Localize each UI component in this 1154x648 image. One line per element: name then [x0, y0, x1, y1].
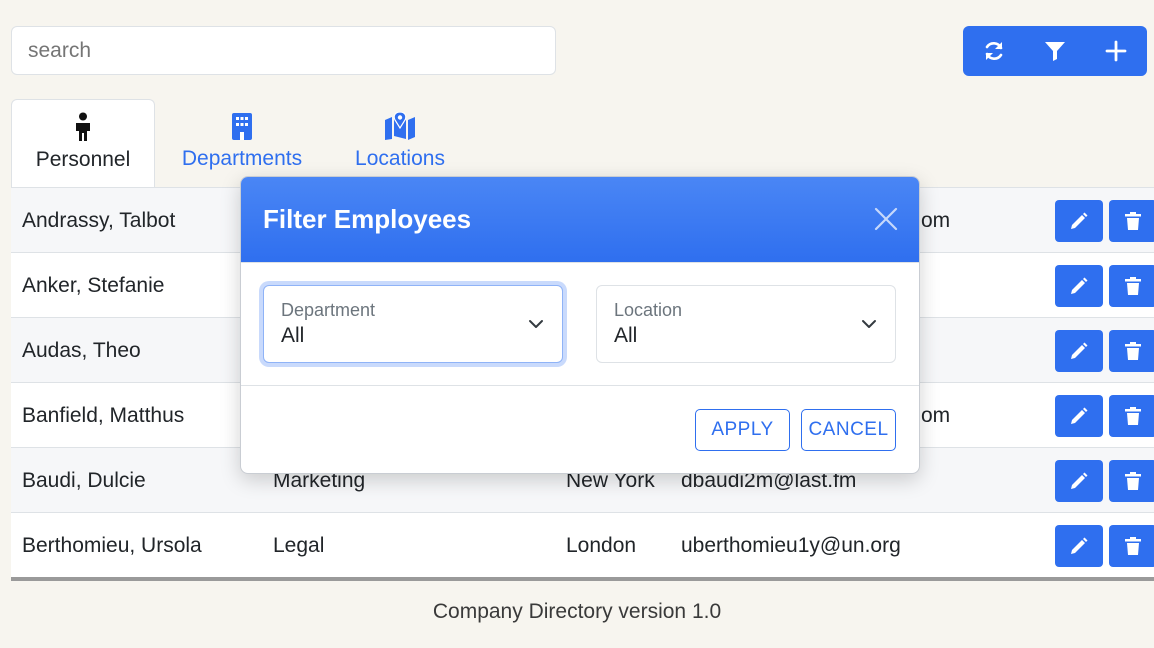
- building-icon: [231, 111, 253, 141]
- modal-footer: APPLY CANCEL: [241, 386, 919, 473]
- department-select-value: All: [281, 324, 305, 347]
- employee-department: Legal: [273, 534, 325, 557]
- filter-modal: Filter Employees Department All Location…: [240, 176, 920, 474]
- employee-name: Andrassy, Talbot: [22, 209, 176, 232]
- tab-departments[interactable]: Departments: [166, 99, 318, 188]
- employee-name: Berthomieu, Ursola: [22, 534, 202, 557]
- add-button[interactable]: [1086, 26, 1147, 76]
- tab-personnel[interactable]: Personnel: [11, 99, 155, 188]
- pencil-icon: [1071, 277, 1088, 294]
- modal-title: Filter Employees: [263, 204, 472, 234]
- trash-icon: [1125, 407, 1141, 425]
- tab-personnel-label: Personnel: [35, 148, 131, 171]
- employee-name: Anker, Stefanie: [22, 274, 165, 297]
- employee-email: om: [921, 209, 951, 232]
- trash-icon: [1125, 277, 1141, 295]
- plus-icon: [1105, 40, 1127, 62]
- footer-version: Company Directory version 1.0: [432, 600, 722, 623]
- delete-button[interactable]: [1109, 525, 1154, 567]
- location-select-label: Location: [614, 300, 683, 320]
- delete-button[interactable]: [1109, 330, 1154, 372]
- department-select[interactable]: Department All: [263, 285, 563, 363]
- modal-body: Department All Location All: [241, 263, 919, 386]
- employee-email: om: [921, 404, 951, 427]
- employee-location: London: [566, 534, 637, 557]
- table-row: Berthomieu, Ursola Legal London uberthom…: [11, 512, 1154, 577]
- delete-button[interactable]: [1109, 395, 1154, 437]
- delete-button[interactable]: [1109, 265, 1154, 307]
- apply-button[interactable]: APPLY: [695, 409, 790, 451]
- toolbar-button-group: [963, 26, 1147, 76]
- refresh-icon: [985, 42, 1002, 60]
- map-location-icon: [384, 111, 416, 141]
- edit-button[interactable]: [1055, 330, 1103, 372]
- location-select[interactable]: Location All: [596, 285, 896, 363]
- cancel-button[interactable]: CANCEL: [801, 409, 896, 451]
- close-button[interactable]: [873, 206, 899, 232]
- employee-name: Audas, Theo: [22, 339, 141, 362]
- trash-icon: [1125, 537, 1141, 555]
- person-icon: [73, 112, 93, 142]
- filter-button[interactable]: [1024, 26, 1085, 76]
- chevron-down-icon: [862, 320, 876, 328]
- edit-button[interactable]: [1055, 460, 1103, 502]
- tab-locations-label: Locations: [355, 147, 445, 170]
- trash-icon: [1125, 342, 1141, 360]
- pencil-icon: [1071, 472, 1088, 489]
- employee-name: Banfield, Matthus: [22, 404, 185, 427]
- delete-button[interactable]: [1109, 200, 1154, 242]
- edit-button[interactable]: [1055, 525, 1103, 567]
- employee-name: Baudi, Dulcie: [22, 469, 146, 492]
- pencil-icon: [1071, 342, 1088, 359]
- edit-button[interactable]: [1055, 395, 1103, 437]
- delete-button[interactable]: [1109, 460, 1154, 502]
- pencil-icon: [1071, 537, 1088, 554]
- tab-departments-label: Departments: [181, 147, 303, 170]
- search-input[interactable]: [11, 26, 556, 75]
- trash-icon: [1125, 472, 1141, 490]
- modal-header: Filter Employees: [241, 177, 919, 263]
- location-select-value: All: [614, 324, 638, 347]
- filter-icon: [1044, 42, 1065, 61]
- employee-email: uberthomieu1y@un.org: [681, 534, 901, 557]
- pencil-icon: [1071, 407, 1088, 424]
- trash-icon: [1125, 212, 1141, 230]
- chevron-down-icon: [529, 320, 543, 328]
- pencil-icon: [1071, 212, 1088, 229]
- edit-button[interactable]: [1055, 200, 1103, 242]
- close-icon: [874, 207, 898, 231]
- refresh-button[interactable]: [963, 26, 1024, 76]
- edit-button[interactable]: [1055, 265, 1103, 307]
- department-select-label: Department: [281, 300, 376, 320]
- tab-locations[interactable]: Locations: [335, 99, 465, 188]
